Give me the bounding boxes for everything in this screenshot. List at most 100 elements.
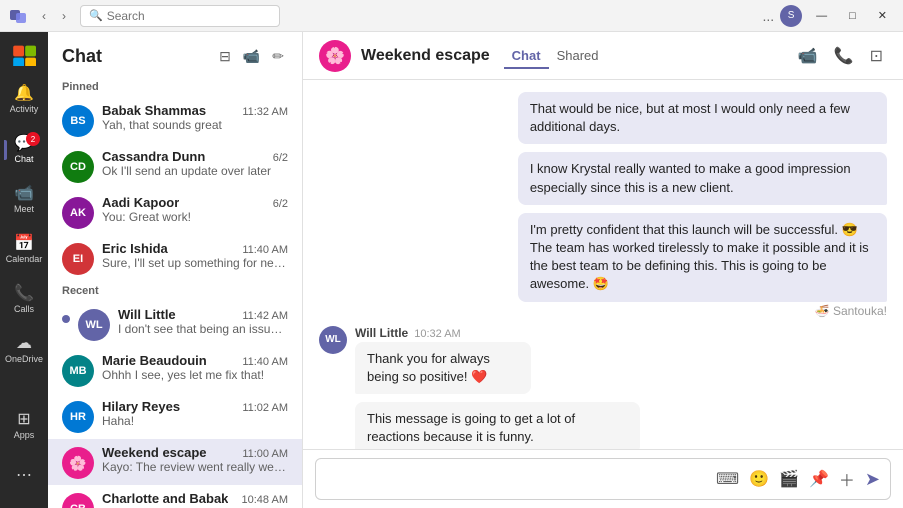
chat-badge: 2 [26, 132, 40, 146]
message-time: 10:32 AM [414, 328, 460, 340]
calendar-label: Calendar [6, 254, 43, 264]
sidebar-item-calendar[interactable]: 📅 Calendar [4, 226, 44, 274]
close-button[interactable]: ✕ [870, 7, 895, 24]
pinned-item[interactable]: BS Babak Shammas 11:32 AM Yah, that soun… [48, 97, 302, 143]
chat-time: 11:40 AM [242, 244, 288, 256]
chat-info: Marie Beaudouin 11:40 AM Ohhh I see, yes… [102, 353, 288, 382]
recent-item[interactable]: CB Charlotte and Babak 10:48 AM Charlott… [48, 485, 302, 508]
onedrive-icon: ☁ [16, 336, 32, 352]
send-button[interactable]: ➤ [863, 467, 882, 492]
received-row: WL Will Little10:32 AM Thank you for alw… [319, 326, 626, 394]
message-input[interactable] [324, 472, 708, 487]
chat-tabs: ChatShared [504, 44, 607, 68]
emoji-button[interactable]: 🙂 [747, 467, 771, 491]
recent-item[interactable]: HR Hilary Reyes 11:02 AM Haha! [48, 393, 302, 439]
sidebar-item-activity[interactable]: 🔔 Activity [4, 76, 44, 124]
pinned-item[interactable]: CD Cassandra Dunn 6/2 Ok I'll send an up… [48, 143, 302, 189]
sticker-button[interactable]: 📌 [807, 467, 831, 491]
message-row-sent: I know Krystal really wanted to make a g… [319, 152, 887, 204]
audio-call-header-button[interactable]: 📞 [830, 42, 858, 70]
sidebar-bottom: ⊞ Apps ⋯ [4, 402, 44, 508]
sender-avatar: WL [319, 326, 347, 354]
chat-time: 10:48 AM [242, 494, 288, 506]
avatar: AK [62, 197, 94, 229]
received-row: This message is going to get a lot of re… [319, 402, 757, 449]
search-icon: 🔍 [89, 9, 103, 22]
new-chat-button[interactable]: ✏ [268, 44, 288, 69]
recent-item[interactable]: MB Marie Beaudouin 11:40 AM Ohhh I see, … [48, 347, 302, 393]
chat-header-right: 📹 📞 ⊡ [794, 42, 887, 70]
video-call-button[interactable]: 📹 [239, 44, 264, 69]
video-call-header-button[interactable]: 📹 [794, 42, 822, 70]
sidebar-item-apps[interactable]: ⊞ Apps [4, 402, 44, 450]
chat-preview: Sure, I'll set up something for next wee… [102, 256, 288, 270]
ms-teams-logo [8, 6, 28, 26]
more-menu-icon[interactable]: ... [762, 8, 774, 24]
chat-name: Weekend escape [102, 445, 207, 460]
title-bar: ‹ › 🔍 ... S — □ ✕ [0, 0, 903, 32]
chat-list-title: Chat [62, 46, 102, 67]
chat-name: Charlotte and Babak [102, 491, 228, 506]
maximize-button[interactable]: □ [841, 8, 864, 24]
forward-button[interactable]: › [56, 7, 72, 25]
chat-time: 6/2 [273, 152, 288, 164]
chat-tab-chat[interactable]: Chat [504, 44, 549, 69]
sidebar-item-onedrive[interactable]: ☁ OneDrive [4, 326, 44, 374]
message-bubble: I'm pretty confident that this launch wi… [518, 213, 887, 302]
calendar-icon: 📅 [14, 236, 34, 252]
pinned-item[interactable]: EI Eric Ishida 11:40 AM Sure, I'll set u… [48, 235, 302, 281]
chat-tab-shared[interactable]: Shared [549, 44, 607, 69]
app-logo [4, 36, 44, 72]
sidebar-item-more[interactable]: ⋯ [4, 452, 44, 500]
back-button[interactable]: ‹ [36, 7, 52, 25]
nav-buttons[interactable]: ‹ › [36, 7, 72, 25]
recent-item[interactable]: 🌸 Weekend escape 11:00 AM Kayo: The revi… [48, 439, 302, 485]
chat-name: Hilary Reyes [102, 399, 180, 414]
gif-button[interactable]: 🎬 [777, 467, 801, 491]
user-avatar[interactable]: S [780, 5, 802, 27]
chat-info: Will Little 11:42 AM I don't see that be… [118, 307, 288, 336]
message-bubble: This message is going to get a lot of re… [355, 402, 640, 449]
pinned-item[interactable]: AK Aadi Kapoor 6/2 You: Great work! [48, 189, 302, 235]
more-options-button[interactable]: ＋ [837, 465, 857, 493]
sidebar-item-chat[interactable]: 💬 Chat 2 [4, 126, 44, 174]
title-bar-left: ‹ › 🔍 [8, 5, 280, 27]
chat-time: 11:32 AM [242, 106, 288, 118]
chat-main: 🌸 Weekend escape ChatShared 📹 📞 ⊡ That w… [303, 32, 903, 508]
sidebar-item-calls[interactable]: 📞 Calls [4, 276, 44, 324]
message-bubble: That would be nice, but at most I would … [518, 92, 887, 144]
chat-list-header: Chat ⊟ 📹 ✏ [48, 32, 302, 77]
pinned-list: BS Babak Shammas 11:32 AM Yah, that soun… [48, 97, 302, 281]
message-row-sent: I'm pretty confident that this launch wi… [319, 213, 887, 318]
recent-item[interactable]: WL Will Little 11:42 AM I don't see that… [48, 301, 302, 347]
chat-name: Babak Shammas [102, 103, 206, 118]
sidebar-nav: 🔔 Activity 💬 Chat 2 📹 Meet 📅 Calendar 📞 … [4, 76, 44, 402]
avatar: CD [62, 151, 94, 183]
chat-preview: Ok I'll send an update over later [102, 164, 288, 178]
message-row-sent: That would be nice, but at most I would … [319, 92, 887, 144]
main-area: 🔔 Activity 💬 Chat 2 📹 Meet 📅 Calendar 📞 … [0, 32, 903, 508]
chat-name: Aadi Kapoor [102, 195, 179, 210]
search-box: 🔍 [80, 5, 280, 27]
format-button[interactable]: ⌨ [714, 467, 741, 491]
chat-info: Aadi Kapoor 6/2 You: Great work! [102, 195, 288, 224]
avatar: 🌸 [62, 447, 94, 479]
apps-label: Apps [14, 430, 35, 440]
minimize-button[interactable]: — [808, 8, 835, 24]
filter-button[interactable]: ⊟ [215, 44, 235, 69]
more-icon: ⋯ [16, 468, 32, 484]
message-label: 🍜 Santouka! [815, 304, 887, 318]
sidebar-item-meet[interactable]: 📹 Meet [4, 176, 44, 224]
meet-label: Meet [14, 204, 34, 214]
chat-apps-button[interactable]: ⊡ [866, 42, 887, 70]
icon-sidebar: 🔔 Activity 💬 Chat 2 📹 Meet 📅 Calendar 📞 … [0, 32, 48, 508]
search-input[interactable] [107, 9, 271, 23]
chat-time: 11:40 AM [242, 356, 288, 368]
chat-preview: Yah, that sounds great [102, 118, 288, 132]
avatar: WL [78, 309, 110, 341]
chat-time: 11:42 AM [242, 310, 288, 322]
meet-icon: 📹 [14, 186, 34, 202]
unread-indicator [62, 315, 70, 323]
pinned-label: Pinned [48, 77, 302, 97]
chat-info: Eric Ishida 11:40 AM Sure, I'll set up s… [102, 241, 288, 270]
